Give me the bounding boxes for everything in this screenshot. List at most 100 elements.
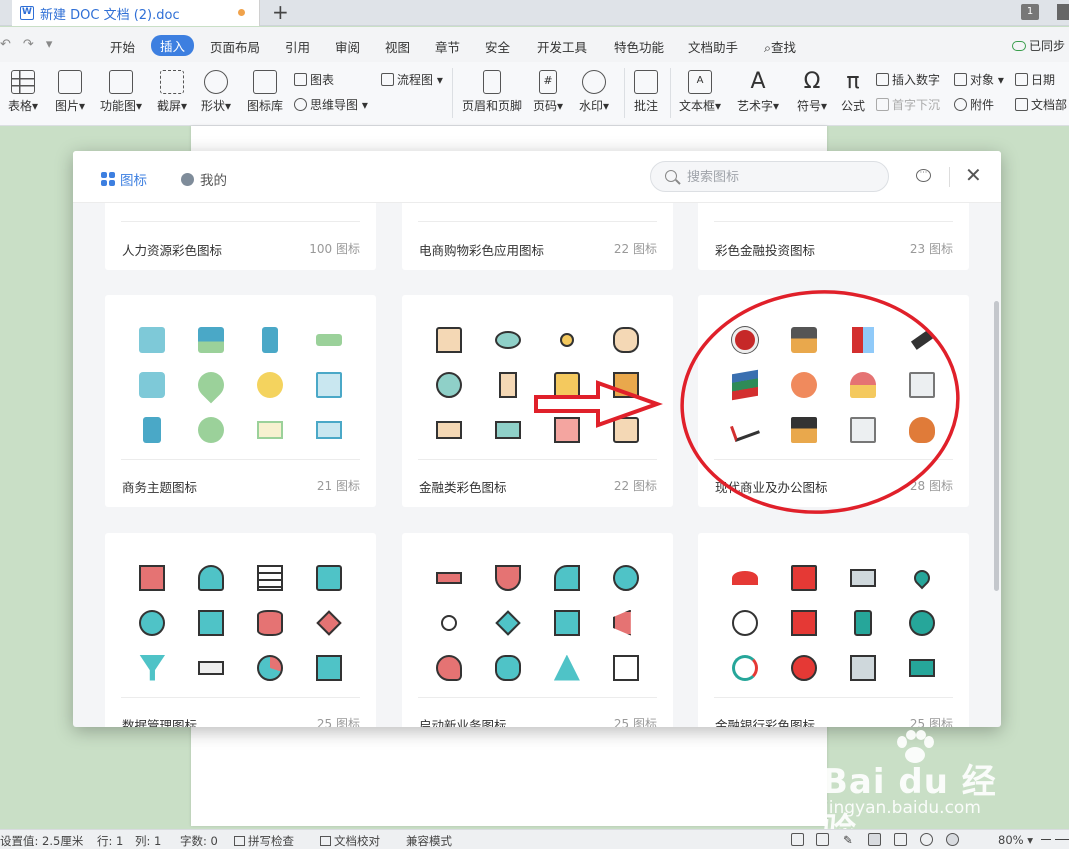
document-tab[interactable]: W 新建 DOC 文档 (2).doc xyxy=(12,0,260,26)
hand-chart-icon xyxy=(553,564,580,591)
category-card[interactable]: 彩色金融投资图标 23 图标 xyxy=(698,203,969,270)
phone-coin-icon xyxy=(853,609,872,636)
tab-icons[interactable]: 图标 xyxy=(101,169,147,189)
window-side-icon[interactable] xyxy=(1057,4,1069,20)
grid-icon xyxy=(101,172,115,186)
outline-view-icon[interactable] xyxy=(894,833,907,846)
icon-search-input[interactable] xyxy=(687,168,877,186)
doc-part-icon xyxy=(1015,98,1028,111)
category-card[interactable]: 电商购物彩色应用图标 22 图标 xyxy=(402,203,673,270)
screenshot-button[interactable]: 截屏▾ xyxy=(157,70,187,114)
unsaved-dot-icon xyxy=(238,9,245,16)
new-tab-plus-icon[interactable]: + xyxy=(272,1,289,23)
menu-start[interactable]: 开始 xyxy=(110,37,135,56)
category-card-finance-color[interactable]: 金融类彩色图标 22 图标 xyxy=(402,295,673,507)
location-target-icon xyxy=(192,366,230,403)
category-card-startup[interactable]: 启动新业务图标 25 图标 xyxy=(402,533,673,727)
textbox-button[interactable]: A 文本框▾ xyxy=(679,70,721,114)
category-card[interactable]: 人力资源彩色图标 100 图标 xyxy=(105,203,376,270)
menu-references[interactable]: 引用 xyxy=(285,37,310,56)
spellcheck-button[interactable]: 拼写检查 xyxy=(234,833,294,849)
redo-icon[interactable]: ↷ xyxy=(23,37,34,52)
omega-icon: Ω xyxy=(803,69,821,94)
category-card-data-management[interactable]: 数据管理图标 25 图标 xyxy=(105,533,376,727)
doc-part-button[interactable]: 文档部 xyxy=(1015,96,1067,113)
document-tab-title: 新建 DOC 文档 (2).doc xyxy=(40,7,180,23)
header-footer-button[interactable]: 页眉和页脚 xyxy=(462,70,522,114)
object-button[interactable]: 对象 ▾ xyxy=(954,71,1004,88)
proofread-button[interactable]: 文档校对 xyxy=(320,833,380,849)
icon-category-grid: 人力资源彩色图标 100 图标 电商购物彩色应用图标 22 图标 彩色金融投资图… xyxy=(73,203,1001,727)
comment-button[interactable]: 批注 xyxy=(634,70,658,114)
tab-bar: W 新建 DOC 文档 (2).doc + 1 xyxy=(0,0,1069,26)
pen-icon[interactable]: ✎ xyxy=(843,833,856,847)
zoom-out-icon[interactable] xyxy=(1041,839,1051,841)
guarantee-badge-icon xyxy=(732,326,759,353)
shape-button[interactable]: 形状▾ xyxy=(201,70,231,114)
page-number-button[interactable]: # 页码▾ xyxy=(533,70,563,114)
salmon-steak-icon xyxy=(791,371,818,398)
search-icon: ⌕ xyxy=(764,40,772,55)
menu-find[interactable]: ⌕查找 xyxy=(764,37,796,56)
status-wordcount[interactable]: 字数: 0 xyxy=(180,833,218,849)
function-chart-button[interactable]: 功能图▾ xyxy=(100,70,142,114)
customize-dropdown-icon[interactable]: ▾ xyxy=(46,37,53,52)
scroll-download-icon xyxy=(849,416,876,443)
fullscreen-icon[interactable] xyxy=(791,833,804,846)
menu-section[interactable]: 章节 xyxy=(435,37,460,56)
picture-icon xyxy=(58,70,83,94)
dropcap-button[interactable]: 首字下沉 xyxy=(876,96,940,113)
eye-protection-icon[interactable] xyxy=(946,833,959,846)
dollar-coin-icon xyxy=(791,654,818,681)
trophy-icon xyxy=(495,564,522,591)
status-col: 列: 1 xyxy=(135,834,162,848)
category-card-banking[interactable]: 金融银行彩色图标 25 图标 xyxy=(698,533,969,727)
feedback-chat-icon[interactable]: ··· xyxy=(916,169,931,182)
undo-icon[interactable]: ↶ xyxy=(0,37,11,52)
menu-doc-assistant[interactable]: 文档助手 xyxy=(688,37,738,56)
menu-insert[interactable]: 插入 xyxy=(151,35,195,56)
flowchart-button[interactable]: 流程图 ▾ xyxy=(381,71,443,88)
date-button[interactable]: 日期 xyxy=(1015,71,1055,88)
menu-developer[interactable]: 开发工具 xyxy=(537,37,587,56)
menu-review[interactable]: 审阅 xyxy=(335,37,360,56)
page-view-icon[interactable] xyxy=(868,833,881,846)
table-button[interactable]: 表格▾ xyxy=(8,70,38,114)
sync-status[interactable]: 已同步 xyxy=(1011,37,1065,54)
close-icon[interactable]: ✕ xyxy=(965,165,982,185)
chart-button[interactable]: 图表 xyxy=(294,71,334,88)
phone-search-icon xyxy=(143,416,162,443)
cloud-save-icon xyxy=(198,564,225,591)
wordart-button[interactable]: A 艺术字▾ xyxy=(737,70,779,114)
dialog-scrollbar[interactable] xyxy=(994,301,999,591)
network-node-icon xyxy=(559,332,574,347)
category-card-business[interactable]: 商务主题图标 21 图标 xyxy=(105,295,376,507)
formula-button[interactable]: π 公式 xyxy=(841,70,865,114)
symbol-button[interactable]: Ω 符号▾ xyxy=(797,70,827,114)
menu-security[interactable]: 安全 xyxy=(485,37,510,56)
menu-view[interactable]: 视图 xyxy=(385,37,410,56)
status-row: 行: 1 xyxy=(97,834,124,848)
proofread-icon xyxy=(320,836,331,846)
icon-library-button[interactable]: 图标库 xyxy=(247,70,283,114)
zoom-slider[interactable] xyxy=(1055,839,1069,841)
web-view-icon[interactable] xyxy=(920,833,933,846)
table-icon xyxy=(11,70,36,94)
reading-view-icon[interactable] xyxy=(816,833,829,846)
mindmap-button[interactable]: 思维导图 ▾ xyxy=(294,96,368,113)
insert-number-button[interactable]: 插入数字 xyxy=(876,71,940,88)
euro-coin-icon xyxy=(908,609,935,636)
picture-button[interactable]: 图片▾ xyxy=(55,70,85,114)
tab-mine[interactable]: 我的 xyxy=(181,169,227,189)
menu-features[interactable]: 特色功能 xyxy=(614,37,664,56)
attachment-button[interactable]: 附件 xyxy=(954,96,994,113)
shape-icon xyxy=(204,70,229,94)
settings-document-icon xyxy=(553,416,580,443)
menu-page-layout[interactable]: 页面布局 xyxy=(210,37,260,56)
watermark-button[interactable]: 水印▾ xyxy=(579,70,609,114)
trend-up-arrow-icon xyxy=(730,417,761,442)
cube-network-icon xyxy=(315,609,342,636)
padlock-gold-icon xyxy=(553,371,580,398)
category-card-modern-office[interactable]: 现代商业及办公图标 28 图标 xyxy=(698,295,969,507)
zoom-level[interactable]: 80% ▾ xyxy=(998,833,1033,847)
